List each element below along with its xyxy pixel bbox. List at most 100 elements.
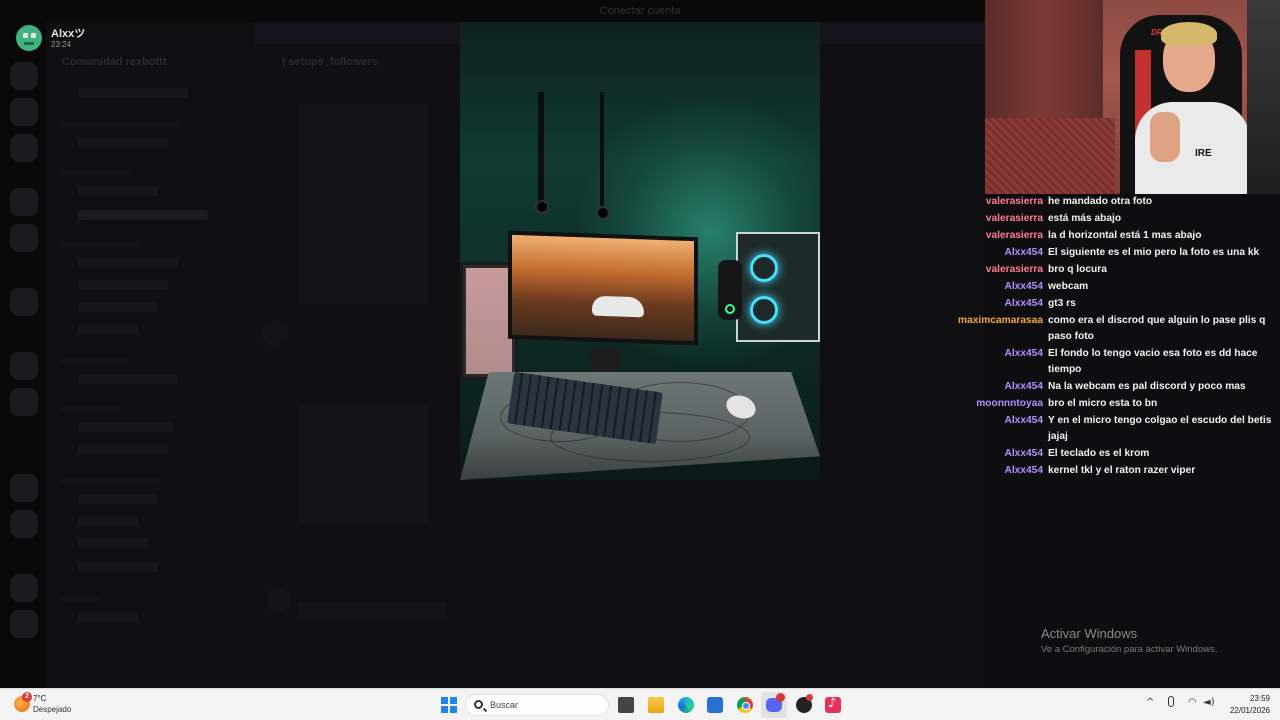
- server-icon[interactable]: [10, 288, 38, 316]
- channel-item[interactable]: [78, 562, 158, 572]
- chat-text: está más abajo: [1048, 213, 1122, 224]
- weather-temperature: 7°C: [33, 694, 47, 703]
- server-icon[interactable]: [10, 610, 38, 638]
- channel-item[interactable]: [78, 324, 138, 334]
- obs-recording-badge: [806, 694, 813, 701]
- chat-text: El siguiente es el mio pero la foto es u…: [1048, 247, 1260, 258]
- chat-username[interactable]: valerasierra: [930, 194, 1043, 210]
- chat-username[interactable]: Alxx454: [930, 296, 1043, 312]
- discord-channel-list: Comunidad rexbottt: [46, 22, 252, 688]
- chat-text: El fondo lo tengo vacio esa foto es dd h…: [1048, 348, 1258, 375]
- chat-username[interactable]: Alxx454: [930, 463, 1043, 479]
- chat-username[interactable]: moonnntoyaa: [930, 396, 1043, 412]
- message-placeholder: [298, 602, 446, 618]
- sender-name[interactable]: Alxxツ: [51, 25, 85, 41]
- server-icon[interactable]: [10, 224, 38, 252]
- microphone-icon[interactable]: [1168, 696, 1174, 707]
- server-icon[interactable]: [10, 188, 38, 216]
- setup-photo: [460, 22, 820, 480]
- channel-item[interactable]: [78, 422, 174, 432]
- windows-taskbar: 2 7°C Despejado Buscar ^ ◠ ◄) 23:59 22/0…: [0, 688, 1280, 720]
- channel-title: | setups_followers: [282, 56, 378, 68]
- channel-item[interactable]: [78, 538, 148, 548]
- photo-monitor-stand: [590, 348, 620, 376]
- taskbar-search-box[interactable]: Buscar: [465, 694, 609, 716]
- weather-description: Despejado: [33, 705, 72, 714]
- server-icon[interactable]: [10, 62, 38, 90]
- webcam-curtain: [985, 0, 1103, 120]
- server-name[interactable]: Comunidad rexbottt: [62, 56, 167, 68]
- channel-item[interactable]: [78, 88, 188, 98]
- volume-icon[interactable]: ◄): [1203, 697, 1215, 708]
- server-icon[interactable]: [10, 388, 38, 416]
- channel-category[interactable]: [60, 242, 140, 248]
- server-icon[interactable]: [10, 474, 38, 502]
- channel-item[interactable]: [78, 444, 168, 454]
- tiktok-icon[interactable]: [825, 696, 841, 713]
- channel-category[interactable]: [60, 358, 130, 364]
- chat-username[interactable]: maximcamarasaa: [930, 313, 1043, 329]
- activate-windows-title: Activar Windows: [1041, 626, 1138, 641]
- chat-username[interactable]: Alxx454: [930, 379, 1043, 395]
- chat-username[interactable]: Alxx454: [930, 446, 1043, 462]
- sent-time: 23:24: [51, 40, 72, 49]
- webcam-hoodie-print: IRE: [1195, 148, 1212, 159]
- avatar[interactable]: [16, 25, 42, 51]
- server-icon[interactable]: [10, 134, 38, 162]
- avatar: [266, 588, 290, 612]
- chat-text: kernel tkl y el raton razer viper: [1048, 465, 1196, 476]
- discord-notification-badge: [776, 693, 785, 702]
- discord-taskbar-button[interactable]: [761, 692, 787, 718]
- channel-item[interactable]: [78, 302, 158, 312]
- wifi-icon[interactable]: ◠: [1188, 697, 1197, 708]
- windows-start-icon[interactable]: [441, 697, 457, 713]
- file-explorer-icon[interactable]: [648, 697, 664, 713]
- channel-item[interactable]: [78, 186, 158, 196]
- chat-username[interactable]: valerasierra: [930, 262, 1043, 278]
- chevron-up-icon[interactable]: ^: [1146, 697, 1154, 708]
- server-icon[interactable]: [10, 352, 38, 380]
- server-icon[interactable]: [10, 510, 38, 538]
- channel-item[interactable]: [78, 138, 168, 148]
- channel-category[interactable]: [60, 170, 130, 176]
- channel-item[interactable]: [78, 280, 168, 290]
- channel-item[interactable]: [78, 494, 158, 504]
- microsoft-store-icon[interactable]: [707, 697, 723, 713]
- avatar: [262, 320, 288, 346]
- weather-notification-badge: 2: [22, 692, 32, 702]
- discord-titlebar-text: Conectar cuenta: [599, 5, 681, 17]
- attachment-placeholder: [298, 404, 428, 524]
- chat-username[interactable]: Alxx454: [930, 279, 1043, 295]
- start-logo-tile: [450, 697, 457, 704]
- channel-category[interactable]: [60, 596, 100, 602]
- chat-username[interactable]: valerasierra: [930, 211, 1043, 227]
- attachment-placeholder: [298, 104, 428, 304]
- channel-item[interactable]: [78, 374, 178, 384]
- channel-item[interactable]: [78, 516, 138, 526]
- avatar-eye: [23, 33, 28, 38]
- chat-username[interactable]: Alxx454: [930, 413, 1043, 429]
- channel-item-active[interactable]: [78, 210, 208, 220]
- photo-pc-fan: [750, 296, 778, 324]
- channel-item[interactable]: [78, 258, 178, 268]
- task-view-icon[interactable]: [618, 697, 634, 713]
- server-icon[interactable]: [10, 574, 38, 602]
- start-logo-tile: [441, 706, 448, 713]
- chat-username[interactable]: valerasierra: [930, 228, 1043, 244]
- channel-item[interactable]: [78, 612, 138, 622]
- chat-text: El teclado es el krom: [1048, 448, 1150, 459]
- channel-category[interactable]: [60, 122, 180, 128]
- photo-light-bulb: [535, 200, 549, 214]
- webcam-hand: [1150, 112, 1180, 162]
- channel-category[interactable]: [60, 406, 120, 412]
- edge-browser-icon[interactable]: [678, 697, 694, 713]
- chrome-browser-icon[interactable]: [737, 697, 753, 713]
- chat-username[interactable]: Alxx454: [930, 346, 1043, 362]
- server-icon[interactable]: [10, 98, 38, 126]
- clock-date[interactable]: 22/01/2026: [1220, 706, 1270, 715]
- channel-category[interactable]: [60, 478, 160, 484]
- chat-text: Y en el micro tengo colgao el escudo del…: [1048, 415, 1272, 442]
- clock-time[interactable]: 23:59: [1232, 694, 1270, 703]
- photo-pc-fan: [750, 254, 778, 282]
- chat-username[interactable]: Alxx454: [930, 245, 1043, 261]
